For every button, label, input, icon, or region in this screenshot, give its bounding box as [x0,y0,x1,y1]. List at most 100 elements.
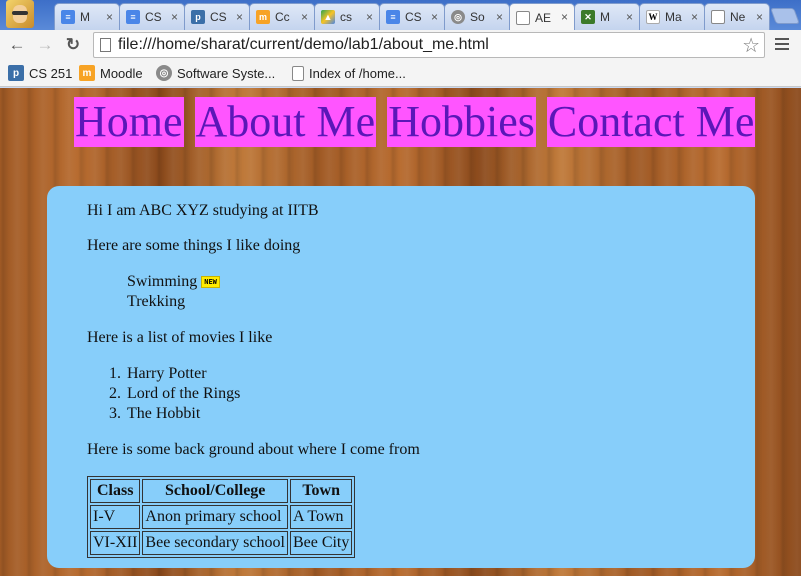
drive-icon: ▲ [321,10,335,24]
profile-avatar[interactable] [6,0,34,28]
menu-icon[interactable] [775,38,789,53]
background-table: Class School/College Town I-V Anon prima… [87,476,356,558]
tab-6[interactable]: ≡ CS × [379,3,445,30]
wikipedia-icon: W [646,10,660,24]
reload-icon[interactable]: ↻ [62,34,84,56]
nav-home[interactable]: Home [74,97,184,147]
movie-item: The Hobbit [127,405,201,422]
bookmark-label: Moodle [100,65,143,81]
seal-icon: ◎ [156,65,172,81]
intro-text: Hi I am ABC XYZ studying at IITB [87,202,319,219]
bookmark-software-systems[interactable]: ◎ Software Syste... [156,64,275,82]
page-icon [711,10,725,24]
piazza-icon: p [191,10,205,24]
back-arrow-icon[interactable]: ← [6,34,28,56]
tab-label: Ma [665,10,682,24]
minecraft-icon: ✕ [581,10,595,24]
docs-icon: ≡ [61,10,75,24]
tab-strip: ≡ M × ≡ CS × p CS × m Cc × ▲ cs × ≡ CS ×… [0,0,801,31]
tab-2[interactable]: ≡ CS × [119,3,185,30]
close-icon[interactable]: × [561,10,568,24]
table-row: I-V Anon primary school A Town [90,505,353,529]
bookmark-cs251[interactable]: p CS 251 [8,64,72,82]
docs-icon: ≡ [386,10,400,24]
tab-label: M [600,10,610,24]
close-icon[interactable]: × [106,10,113,24]
tab-label: CS [405,10,422,24]
likes-heading: Here are some things I like doing [87,237,301,254]
toolbar: ← → ↻ file:///home/sharat/current/demo/l… [0,30,801,60]
column-header: Town [289,479,353,503]
docs-icon: ≡ [126,10,140,24]
tab-7[interactable]: ◎ So × [444,3,510,30]
bookmark-moodle[interactable]: m Moodle [79,64,143,82]
tab-label: M [80,10,90,24]
tab-4[interactable]: m Cc × [249,3,315,30]
list-number: 1. [109,365,121,382]
piazza-icon: p [8,65,24,81]
table-cell: VI-XII [90,531,141,555]
table-header-row: Class School/College Town [90,479,353,503]
avatar-glasses [12,11,28,15]
forward-arrow-icon[interactable]: → [34,34,56,56]
bookmarks-bar: p CS 251 m Moodle ◎ Software Syste... In… [0,60,801,87]
close-icon[interactable]: × [691,10,698,24]
table-cell: Bee secondary school [142,531,288,555]
like-label: Trekking [127,293,186,310]
new-tab-button[interactable] [770,8,800,24]
moodle-icon: m [79,65,95,81]
tab-label: cs [340,10,352,24]
movie-item: Lord of the Rings [127,385,241,402]
close-icon[interactable]: × [236,10,243,24]
list-number: 3. [109,405,121,422]
close-icon[interactable]: × [301,10,308,24]
site-nav: Home About Me Hobbies Contact Me [74,97,756,147]
about-card: Hi I am ABC XYZ studying at IITB Here ar… [47,186,755,568]
close-icon[interactable]: × [496,10,503,24]
bookmark-star-icon[interactable]: ☆ [742,33,760,58]
page-icon [100,38,111,52]
tab-1[interactable]: ≡ M × [54,3,120,30]
column-header: Class [90,479,141,503]
tab-label: AE [535,10,552,25]
new-badge-icon: NEW [201,276,220,288]
close-icon[interactable]: × [171,10,178,24]
tab-10[interactable]: W Ma × [639,3,705,30]
close-icon[interactable]: × [366,10,373,24]
table-cell: Anon primary school [142,505,288,529]
tab-label: So [470,10,485,24]
tab-5[interactable]: ▲ cs × [314,3,380,30]
close-icon[interactable]: × [431,10,438,24]
nav-hobbies[interactable]: Hobbies [387,97,536,147]
close-icon[interactable]: × [626,10,633,24]
table-cell: A Town [289,505,353,529]
table-cell: I-V [90,505,141,529]
nav-about-me[interactable]: About Me [194,97,377,147]
movies-heading: Here is a list of movies I like [87,329,273,346]
list-number: 2. [109,385,121,402]
like-label: Swimming [127,273,198,290]
page-icon [292,65,304,81]
tab-11[interactable]: Ne × [704,3,770,30]
page-icon [516,10,530,25]
tab-3[interactable]: p CS × [184,3,250,30]
tab-8-active[interactable]: AE × [509,3,575,31]
tab-label: Cc [275,10,290,24]
bookmark-label: Software Syste... [177,65,276,81]
table-row: VI-XII Bee secondary school Bee City [90,531,353,555]
bookmark-label: Index of /home... [309,65,406,81]
page-content: Home About Me Hobbies Contact Me Hi I am… [0,88,801,576]
like-item: Swimming NEW [127,273,220,291]
tab-9[interactable]: ✕ M × [574,3,640,30]
address-bar[interactable]: file:///home/sharat/current/demo/lab1/ab… [93,32,765,58]
column-header: School/College [142,479,288,503]
tab-label: CS [145,10,162,24]
tab-label: Ne [730,10,746,24]
bookmark-index[interactable]: Index of /home... [292,64,406,82]
background-heading: Here is some back ground about where I c… [87,441,420,458]
url-text[interactable]: file:///home/sharat/current/demo/lab1/ab… [118,36,489,54]
close-icon[interactable]: × [756,10,763,24]
nav-contact-me[interactable]: Contact Me [546,97,756,147]
moodle-icon: m [256,10,270,24]
tab-label: CS [210,10,227,24]
